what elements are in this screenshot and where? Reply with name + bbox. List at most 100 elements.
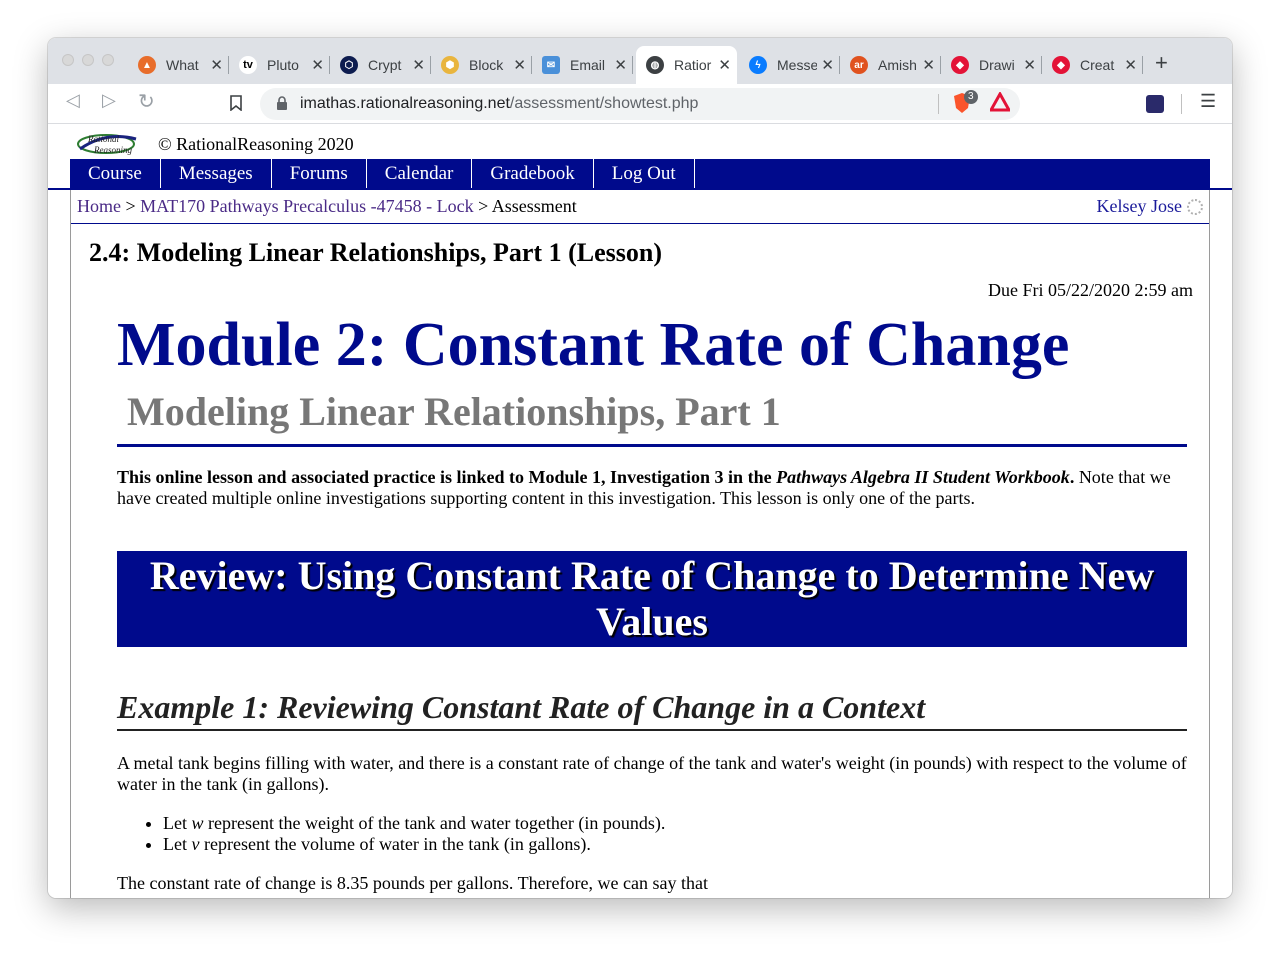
breadcrumb-separator: > bbox=[125, 196, 136, 216]
breadcrumb-course[interactable]: MAT170 Pathways Precalculus -47458 - Loc… bbox=[140, 196, 473, 216]
close-icon[interactable]: ✕ bbox=[614, 56, 627, 74]
block-icon: ⬢ bbox=[441, 56, 459, 74]
nav-gradebook[interactable]: Gradebook bbox=[472, 159, 594, 189]
pluto-tv-icon: tv bbox=[239, 56, 257, 74]
globe-icon: ◍ bbox=[646, 56, 664, 74]
close-window-button[interactable] bbox=[62, 54, 74, 66]
email-icon: ✉ bbox=[542, 56, 560, 74]
assessment-title: 2.4: Modeling Linear Relationships, Part… bbox=[89, 238, 662, 267]
tab-title: Block bbox=[469, 57, 504, 73]
back-arrow-icon[interactable]: ◁ bbox=[66, 90, 80, 111]
what-favicon-icon: ▲ bbox=[138, 56, 156, 74]
tab-email[interactable]: ✉ Email ✕ bbox=[532, 46, 633, 84]
browser-window: ▲ What ✕ tv Pluto ✕ ⬡ Crypt ✕ ⬢ Block ✕ … bbox=[48, 38, 1232, 898]
due-date: Due Fri 05/22/2020 2:59 am bbox=[988, 280, 1193, 300]
tab-title: Amish bbox=[878, 57, 917, 73]
tab-pluto[interactable]: tv Pluto ✕ bbox=[229, 46, 330, 84]
tab-rational-active[interactable]: ◍ Ratior ✕ bbox=[636, 46, 737, 84]
workbook-title: Pathways Algebra II Student Workbook bbox=[776, 467, 1070, 487]
tab-drawing[interactable]: ◆ Drawi ✕ bbox=[941, 46, 1042, 84]
breadcrumb: Home > MAT170 Pathways Precalculus -4745… bbox=[71, 190, 1209, 224]
gear-icon[interactable] bbox=[1187, 198, 1203, 215]
close-icon[interactable]: ✕ bbox=[821, 56, 834, 74]
new-tab-button[interactable]: + bbox=[1155, 50, 1168, 76]
zoom-window-button[interactable] bbox=[102, 54, 114, 66]
close-icon[interactable]: ✕ bbox=[718, 56, 731, 74]
crypto-icon: ⬡ bbox=[340, 56, 358, 74]
content-frame: Home > MAT170 Pathways Precalculus -4745… bbox=[70, 190, 1210, 898]
tab-block[interactable]: ⬢ Block ✕ bbox=[431, 46, 532, 84]
variable-definitions: Let w represent the weight of the tank a… bbox=[117, 813, 1187, 855]
tab-strip: ▲ What ✕ tv Pluto ✕ ⬡ Crypt ✕ ⬢ Block ✕ … bbox=[48, 38, 1232, 84]
menu-icon[interactable]: ☰ bbox=[1200, 91, 1216, 112]
module-title: Module 2: Constant Rate of Change bbox=[117, 311, 1070, 379]
list-item: Let w represent the weight of the tank a… bbox=[163, 813, 1187, 834]
intro-bold-text: This online lesson and associated practi… bbox=[117, 467, 777, 487]
tab-title: Messe bbox=[777, 57, 818, 73]
svg-text:Reasoning: Reasoning bbox=[93, 145, 132, 155]
close-icon[interactable]: ✕ bbox=[412, 56, 425, 74]
tab-amish[interactable]: ar Amish ✕ bbox=[840, 46, 941, 84]
copyright-text: © RationalReasoning 2020 bbox=[158, 133, 354, 154]
user-menu[interactable]: Kelsey Jose bbox=[1097, 196, 1203, 217]
lesson-body: Module 2: Constant Rate of Change Modeli… bbox=[117, 308, 1187, 894]
forward-arrow-icon[interactable]: ▷ bbox=[102, 90, 116, 111]
hive-icon: ◆ bbox=[951, 56, 969, 74]
tab-crypto[interactable]: ⬡ Crypt ✕ bbox=[330, 46, 431, 84]
review-heading: Review: Using Constant Rate of Change to… bbox=[117, 551, 1187, 647]
tab-title: Pluto bbox=[267, 57, 299, 73]
site-header: Rational Reasoning © RationalReasoning 2… bbox=[76, 131, 354, 157]
browser-toolbar: ◁ ▷ ↻ imathas.rationalreasoning.net/asse… bbox=[48, 84, 1232, 124]
tab-create[interactable]: ◆ Creat ✕ bbox=[1042, 46, 1143, 84]
breadcrumb-current: Assessment bbox=[491, 196, 577, 216]
tab-title: What bbox=[166, 57, 199, 73]
variable-v: v bbox=[191, 834, 200, 854]
close-icon[interactable]: ✕ bbox=[922, 56, 935, 74]
breadcrumb-home[interactable]: Home bbox=[77, 196, 121, 216]
lesson-subtitle: Modeling Linear Relationships, Part 1 bbox=[117, 388, 1187, 447]
user-name[interactable]: Kelsey Jose bbox=[1097, 196, 1182, 217]
messenger-icon: ϟ bbox=[749, 56, 767, 74]
minimize-window-button[interactable] bbox=[82, 54, 94, 66]
extension-icon[interactable] bbox=[1146, 95, 1164, 113]
tab-what[interactable]: ▲ What ✕ bbox=[128, 46, 229, 84]
reload-icon[interactable]: ↻ bbox=[138, 89, 155, 114]
rational-reasoning-logo-icon[interactable]: Rational Reasoning bbox=[76, 131, 146, 157]
close-icon[interactable]: ✕ bbox=[311, 56, 324, 74]
close-icon[interactable]: ✕ bbox=[1124, 56, 1137, 74]
nav-course[interactable]: Course bbox=[70, 159, 161, 189]
tab-title: Ratior bbox=[674, 57, 712, 73]
tab-title: Crypt bbox=[368, 57, 402, 73]
tab-title: Creat bbox=[1080, 57, 1115, 73]
amish-icon: ar bbox=[850, 56, 868, 74]
hive-icon: ◆ bbox=[1052, 56, 1070, 74]
nav-forums[interactable]: Forums bbox=[272, 159, 367, 189]
list-item: Let v represent the volume of water in t… bbox=[163, 834, 1187, 855]
tab-messenger[interactable]: ϟ Messe ✕ bbox=[739, 46, 840, 84]
brave-rewards-icon[interactable] bbox=[988, 90, 1012, 117]
address-bar[interactable]: imathas.rationalreasoning.net/assessment… bbox=[260, 88, 1020, 120]
intro-paragraph: This online lesson and associated practi… bbox=[117, 467, 1187, 509]
nav-messages[interactable]: Messages bbox=[161, 159, 272, 189]
url-host: imathas.rationalreasoning.net bbox=[300, 95, 510, 112]
close-icon[interactable]: ✕ bbox=[1023, 56, 1036, 74]
bookmark-icon[interactable] bbox=[230, 95, 242, 111]
site-nav: Course Messages Forums Calendar Gradeboo… bbox=[70, 159, 1210, 189]
web-page: Rational Reasoning © RationalReasoning 2… bbox=[48, 125, 1232, 898]
url-path: /assessment/showtest.php bbox=[509, 95, 699, 112]
url-text: imathas.rationalreasoning.net/assessment… bbox=[300, 95, 698, 113]
tab-title: Email bbox=[570, 57, 606, 73]
close-icon[interactable]: ✕ bbox=[210, 56, 223, 74]
tab-title: Drawi bbox=[979, 57, 1015, 73]
lock-icon bbox=[277, 96, 287, 110]
close-icon[interactable]: ✕ bbox=[513, 56, 526, 74]
variable-w: w bbox=[191, 813, 204, 833]
rate-sentence: The constant rate of change is 8.35 poun… bbox=[117, 873, 708, 893]
example-paragraph: A metal tank begins filling with water, … bbox=[117, 753, 1187, 794]
brave-badge: 3 bbox=[964, 90, 978, 104]
intro-bold: This online lesson and associated practi… bbox=[117, 467, 1074, 487]
nav-logout[interactable]: Log Out bbox=[594, 159, 695, 189]
svg-text:Rational: Rational bbox=[87, 134, 119, 144]
nav-calendar[interactable]: Calendar bbox=[367, 159, 473, 189]
example-heading: Example 1: Reviewing Constant Rate of Ch… bbox=[117, 687, 1187, 731]
